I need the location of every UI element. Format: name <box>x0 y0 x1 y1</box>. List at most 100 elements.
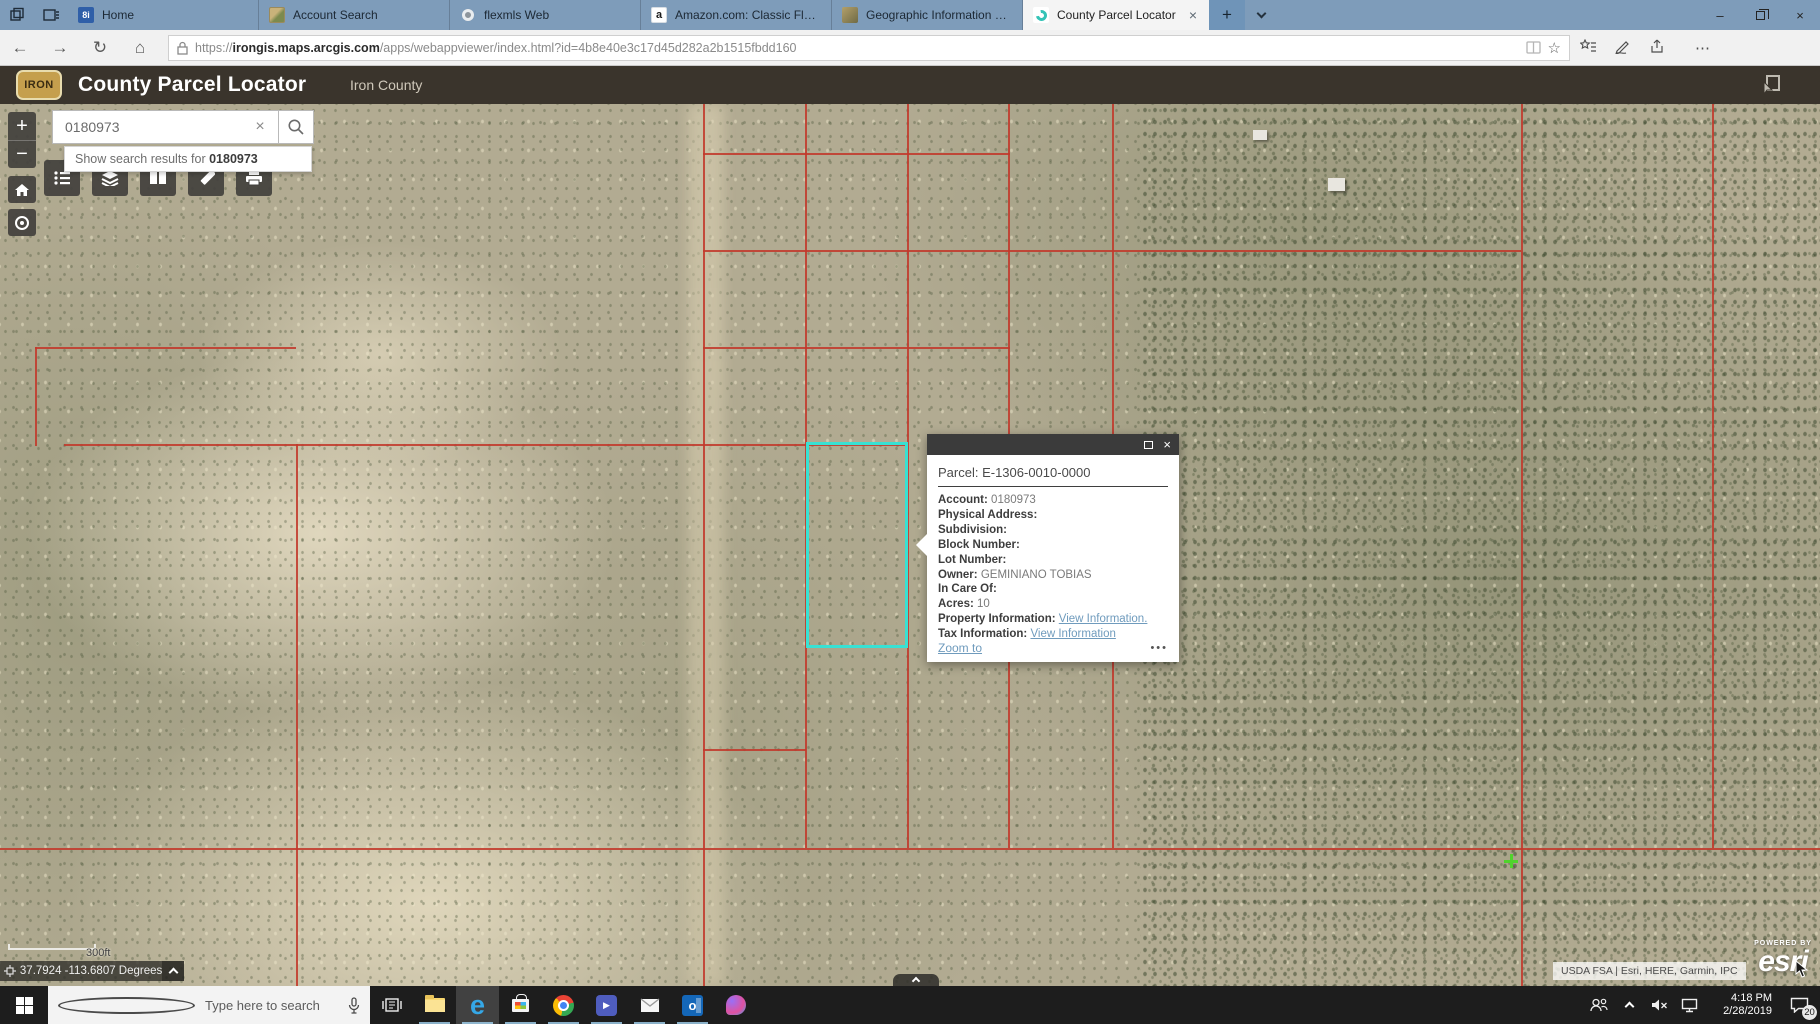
selected-parcel-highlight[interactable] <box>806 442 908 648</box>
window-controls: – × <box>1700 0 1820 30</box>
taskbar-store[interactable] <box>499 986 542 1024</box>
tab-list-button[interactable] <box>1245 0 1277 30</box>
tab-label: Home <box>102 8 248 22</box>
popup-field-row: Property Information: View Information. <box>938 612 1168 627</box>
restore-button[interactable] <box>1740 0 1780 30</box>
taskbar-clock[interactable]: 4:18 PM 2/28/2019 <box>1710 992 1772 1018</box>
chevron-up-icon <box>1624 1002 1634 1012</box>
popup-field-row: Tax Information: View Information <box>938 627 1168 642</box>
parcel-line <box>35 347 37 446</box>
popup-field-row: Acres: 10 <box>938 597 1168 612</box>
more-options-icon[interactable]: ⋯ <box>1685 39 1720 57</box>
tab-label: County Parcel Locator <box>1057 8 1179 22</box>
search-suggestion[interactable]: Show search results for 0180973 <box>64 146 312 172</box>
hidden-icons-chevron[interactable] <box>1614 1000 1644 1010</box>
tax-information-link[interactable]: View Information <box>1030 628 1115 640</box>
taskbar-chrome[interactable] <box>542 986 585 1024</box>
people-icon[interactable] <box>1584 998 1614 1012</box>
set-tabs-aside-icon[interactable] <box>0 0 34 30</box>
screen: 8i Home Account Search flexmls Web a Ama… <box>0 0 1820 1024</box>
taskbar-paint3d[interactable] <box>714 986 757 1024</box>
volume-muted-icon[interactable] <box>1644 998 1674 1012</box>
reading-view-icon[interactable] <box>1526 41 1541 54</box>
browser-tab-bar: 8i Home Account Search flexmls Web a Ama… <box>0 0 1820 30</box>
parcel-info-popup: × Parcel: E-1306-0010-0000 Account: 0180… <box>927 434 1179 662</box>
popup-field-row: Physical Address: <box>938 508 1168 523</box>
taskbar-outlook[interactable]: o <box>671 986 714 1024</box>
mouse-cursor <box>1795 960 1809 978</box>
zoom-to-link[interactable]: Zoom to <box>938 641 982 655</box>
tab-label: Amazon.com: Classic Flame <box>675 8 821 22</box>
notification-badge: 20 <box>1802 1005 1817 1020</box>
tab-county-parcel-locator[interactable]: County Parcel Locator × <box>1023 0 1209 30</box>
forward-button[interactable]: → <box>40 38 80 58</box>
start-button[interactable] <box>0 986 48 1024</box>
parcel-search-widget: × <box>52 110 314 144</box>
map-attribution: USDA FSA | Esri, HERE, Garmin, IPC <box>1553 962 1746 980</box>
popup-body: Parcel: E-1306-0010-0000 Account: 018097… <box>927 455 1179 642</box>
ink-pen-icon[interactable] <box>1615 39 1650 57</box>
microphone-icon[interactable] <box>348 997 360 1014</box>
zoom-in-button[interactable]: + <box>8 112 36 140</box>
gis-tab-favicon <box>842 7 858 23</box>
layers-icon <box>101 170 119 186</box>
coordinates-expand-button[interactable] <box>162 961 184 981</box>
my-location-button[interactable] <box>8 209 36 236</box>
search-input[interactable] <box>52 110 278 144</box>
tab-label: Account Search <box>293 8 439 22</box>
scale-label: 300ft <box>86 947 110 959</box>
taskbar-search-box[interactable]: Type here to search <box>48 986 370 1024</box>
popup-field-row: Account: 0180973 <box>938 493 1168 508</box>
zoom-out-button[interactable]: − <box>8 140 36 168</box>
task-view-button[interactable] <box>370 986 413 1024</box>
parcel-line <box>64 444 907 446</box>
tab-close-icon[interactable]: × <box>1187 7 1199 23</box>
select-tool-icon[interactable] <box>1758 74 1782 96</box>
map-structure <box>1253 130 1267 140</box>
cortana-icon <box>58 997 195 1014</box>
minimize-button[interactable]: – <box>1700 0 1740 30</box>
taskbar-movies-tv[interactable]: ▶ <box>585 986 628 1024</box>
clear-search-icon[interactable]: × <box>250 118 270 136</box>
new-tab-button[interactable]: + <box>1209 0 1245 30</box>
tab-home[interactable]: 8i Home <box>68 0 259 30</box>
refresh-button[interactable]: ↻ <box>80 38 120 58</box>
property-information-link[interactable]: View Information. <box>1059 613 1148 625</box>
taskbar-edge[interactable]: e <box>456 986 499 1024</box>
taskbar-mail[interactable] <box>628 986 671 1024</box>
search-button[interactable] <box>278 110 314 144</box>
default-extent-button[interactable] <box>8 176 36 203</box>
browser-home-button[interactable]: ⌂ <box>120 38 160 58</box>
zoom-control: + − <box>8 112 36 168</box>
map-canvas[interactable]: + − × Show search results for 0180973 <box>0 104 1820 986</box>
tab-account-search[interactable]: Account Search <box>259 0 450 30</box>
close-button[interactable]: × <box>1780 0 1820 30</box>
tab-preview-icon[interactable] <box>34 0 68 30</box>
parcel-line <box>703 153 1010 155</box>
clock-time: 4:18 PM <box>1710 992 1772 1005</box>
action-center-button[interactable]: 20 <box>1778 986 1820 1024</box>
popup-more-actions-icon[interactable]: ••• <box>1150 642 1168 654</box>
url-field[interactable]: https://irongis.maps.arcgis.com/apps/web… <box>168 35 1570 61</box>
popup-maximize-icon[interactable] <box>1144 441 1153 449</box>
share-icon[interactable] <box>1650 39 1685 57</box>
chevron-up-icon <box>912 977 920 985</box>
popup-field-row: Lot Number: <box>938 553 1168 568</box>
attribute-table-toggle[interactable] <box>893 974 939 986</box>
popup-close-icon[interactable]: × <box>1163 438 1171 451</box>
tab-flexmls[interactable]: flexmls Web <box>450 0 641 30</box>
parcel-line <box>703 347 1010 349</box>
map-vegetation-texture <box>1140 104 1820 986</box>
add-favorite-star-icon[interactable]: ☆ <box>1548 39 1561 57</box>
tab-label: Geographic Information Sys <box>866 8 1012 22</box>
parcel-line <box>1521 104 1523 986</box>
favorites-hub-icon[interactable] <box>1580 39 1615 57</box>
file-explorer-icon <box>425 998 445 1012</box>
tab-amazon[interactable]: a Amazon.com: Classic Flame <box>641 0 832 30</box>
network-icon[interactable] <box>1674 998 1704 1013</box>
taskbar-file-explorer[interactable] <box>413 986 456 1024</box>
tab-gis[interactable]: Geographic Information Sys <box>832 0 1023 30</box>
parcel-line <box>703 749 806 751</box>
crosshair-icon[interactable] <box>0 965 20 977</box>
back-button[interactable]: ← <box>0 38 40 58</box>
